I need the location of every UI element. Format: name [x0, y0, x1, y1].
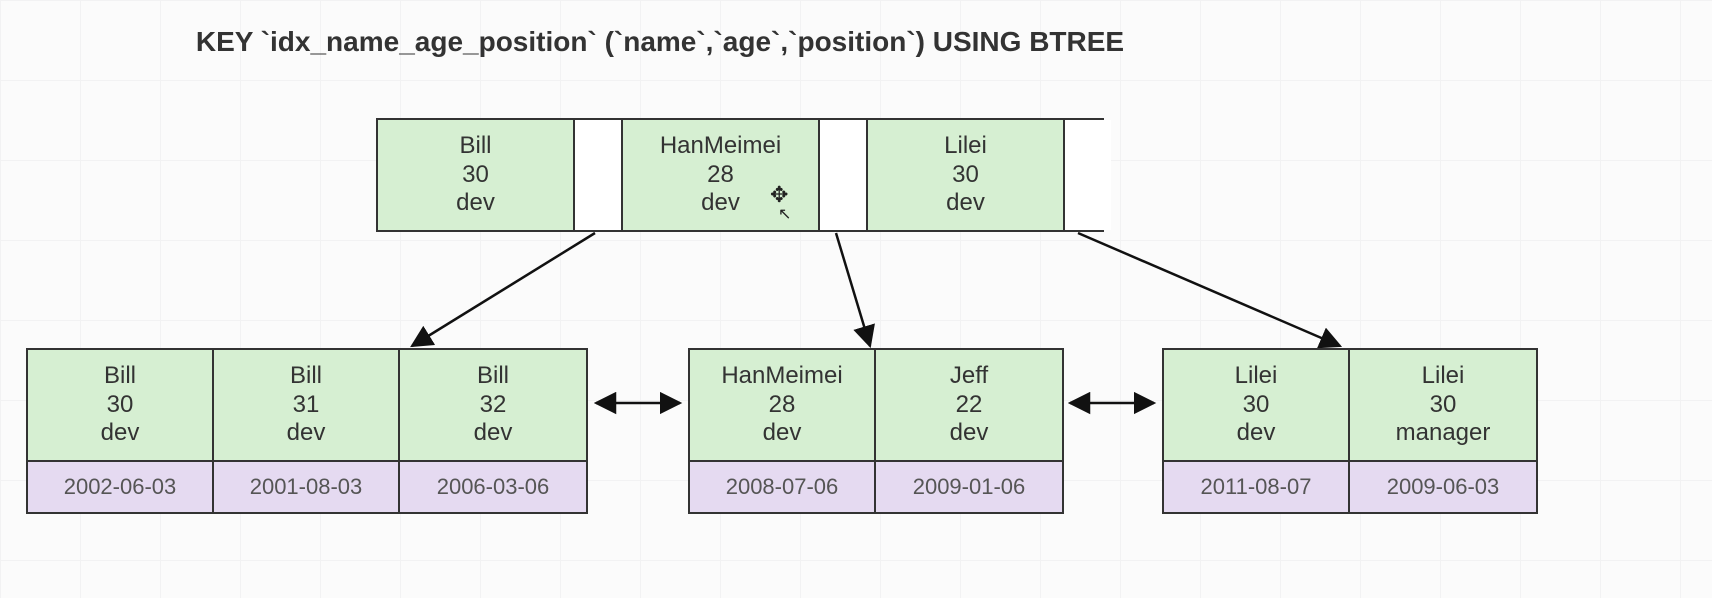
root-key-position: dev [701, 189, 740, 218]
btree-leaf-node: Bill 30 dev Bill 31 dev Bill 32 dev 2002… [26, 348, 588, 514]
leaf-date: 2001-08-03 [214, 462, 400, 512]
leaf-key: Bill 32 dev [400, 350, 586, 460]
leaf-key-name: Bill [290, 362, 322, 391]
leaf-key: Lilei 30 manager [1350, 350, 1536, 460]
root-key: Lilei 30 dev [868, 120, 1065, 230]
root-key-age: 30 [462, 161, 489, 190]
leaf-dates-row: 2002-06-03 2001-08-03 2006-03-06 [26, 460, 588, 514]
root-pointer [1065, 120, 1111, 230]
leaf-key-name: Jeff [950, 362, 988, 391]
leaf-keys-row: Lilei 30 dev Lilei 30 manager [1162, 348, 1538, 460]
leaf-key: HanMeimei 28 dev [690, 350, 876, 460]
leaf-key: Lilei 30 dev [1164, 350, 1350, 460]
root-key-age: 28 [707, 161, 734, 190]
leaf-date: 2009-01-06 [876, 462, 1062, 512]
leaf-key-age: 31 [293, 391, 320, 420]
leaf-keys-row: Bill 30 dev Bill 31 dev Bill 32 dev [26, 348, 588, 460]
leaf-key: Bill 30 dev [28, 350, 214, 460]
leaf-date: 2009-06-03 [1350, 462, 1536, 512]
root-key-position: dev [456, 189, 495, 218]
root-key-position: dev [946, 189, 985, 218]
leaf-date: 2002-06-03 [28, 462, 214, 512]
btree-root-node: Bill 30 dev HanMeimei 28 dev Lilei 30 de… [376, 118, 1104, 232]
leaf-key-position: dev [950, 419, 989, 448]
root-key-name: Bill [459, 132, 491, 161]
leaf-dates-row: 2008-07-06 2009-01-06 [688, 460, 1064, 514]
leaf-key-name: Lilei [1235, 362, 1278, 391]
leaf-dates-row: 2011-08-07 2009-06-03 [1162, 460, 1538, 514]
leaf-key-position: manager [1396, 419, 1491, 448]
leaf-key-age: 30 [1243, 391, 1270, 420]
root-key-name: HanMeimei [660, 132, 781, 161]
leaf-key-age: 28 [769, 391, 796, 420]
root-key-age: 30 [952, 161, 979, 190]
leaf-key-name: Lilei [1422, 362, 1465, 391]
btree-leaf-node: Lilei 30 dev Lilei 30 manager 2011-08-07… [1162, 348, 1538, 514]
leaf-key-position: dev [287, 419, 326, 448]
diagram-title: KEY `idx_name_age_position` (`name`,`age… [0, 26, 1320, 58]
leaf-key-position: dev [763, 419, 802, 448]
leaf-keys-row: HanMeimei 28 dev Jeff 22 dev [688, 348, 1064, 460]
leaf-key-position: dev [474, 419, 513, 448]
leaf-key-position: dev [1237, 419, 1276, 448]
root-pointer [820, 120, 868, 230]
root-pointer [575, 120, 623, 230]
root-key: Bill 30 dev [378, 120, 575, 230]
leaf-key-name: Bill [104, 362, 136, 391]
leaf-date: 2011-08-07 [1164, 462, 1350, 512]
leaf-key-age: 22 [956, 391, 983, 420]
leaf-key-position: dev [101, 419, 140, 448]
root-key-name: Lilei [944, 132, 987, 161]
btree-leaf-node: HanMeimei 28 dev Jeff 22 dev 2008-07-06 … [688, 348, 1064, 514]
leaf-date: 2008-07-06 [690, 462, 876, 512]
leaf-key-age: 30 [107, 391, 134, 420]
leaf-date: 2006-03-06 [400, 462, 586, 512]
leaf-key: Jeff 22 dev [876, 350, 1062, 460]
leaf-key-age: 32 [480, 391, 507, 420]
root-key: HanMeimei 28 dev [623, 120, 820, 230]
leaf-key: Bill 31 dev [214, 350, 400, 460]
leaf-key-name: HanMeimei [721, 362, 842, 391]
leaf-key-age: 30 [1430, 391, 1457, 420]
leaf-key-name: Bill [477, 362, 509, 391]
